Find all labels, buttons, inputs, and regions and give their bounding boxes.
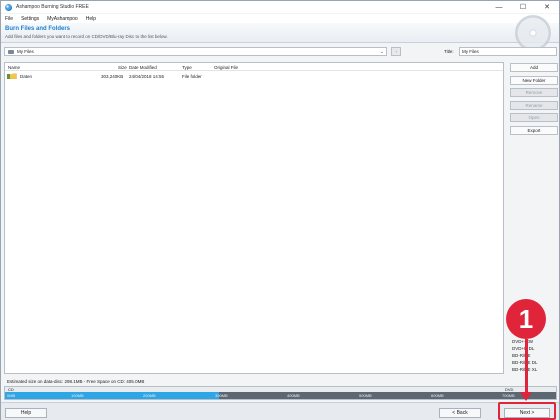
page-title: Burn Files and Folders [5,26,71,32]
remove-button[interactable]: Remove [510,88,558,97]
page-subtitle: Add files and folders you want to record… [5,34,168,39]
capacity-fill [5,392,219,399]
disc-type-item: BD-R/RE DL [512,360,538,365]
col-name[interactable]: Name [8,65,20,70]
menu-myashampoo[interactable]: MyAshampoo [47,16,78,22]
menu-help[interactable]: Help [86,16,96,22]
status-text: Estimated size on data-disc: 298.1MB - F… [7,378,145,384]
row-type: File folder [182,74,202,79]
capacity-tick: 400MB [287,393,300,398]
menu-settings[interactable]: Settings [21,16,39,22]
capacity-tick: 0MB [7,393,16,398]
location-value: My Files [17,49,34,54]
capacity-tick: 600MB [431,393,444,398]
col-type[interactable]: Type [182,65,192,70]
close-button[interactable]: ✕ [535,1,559,13]
column-header: Name Size Date Modified Type Original Fi… [5,63,503,71]
disc-icon [5,3,12,11]
help-button[interactable]: Help [5,408,47,418]
arrow-icon [525,339,528,393]
disc-type-item: DVD+R DL [512,346,535,351]
menu-bar: File Settings MyAshampoo Help [1,14,559,23]
title-bar: Ashampoo Burning Studio FREE — ☐ ✕ [1,1,559,13]
disc-type-list: DVD+-RW DVD+R DL BD-R/RE BD-R/RE DL BD-R… [512,338,558,373]
next-highlight [498,402,556,420]
capacity-tick: 200MB [143,393,156,398]
open-button[interactable]: Open [510,113,558,122]
back-button[interactable]: < Back [439,408,481,418]
capacity-bar: CD DVD 0MB 100MB 200MB 300MB 400MB 500MB… [4,386,557,400]
app-window: Ashampoo Burning Studio FREE — ☐ ✕ File … [0,0,560,420]
capacity-tick: 100MB [71,393,84,398]
row-name: Daten [20,74,33,79]
location-row: My Files ⌄ ↑ Title: [1,45,559,59]
col-date[interactable]: Date Modified [129,65,157,70]
col-original[interactable]: Original File [214,65,238,70]
page-header: Burn Files and Folders Add files and fol… [1,15,559,51]
side-button-panel: Add New Folder Remove Rename Open Export [510,63,558,138]
location-dropdown[interactable]: My Files ⌄ [4,47,387,56]
arrow-head-icon [520,392,532,401]
maximize-button[interactable]: ☐ [511,1,535,13]
capacity-tick: 700MB [502,393,515,398]
capacity-tick: 500MB [359,393,372,398]
new-folder-button[interactable]: New Folder [510,75,558,85]
chevron-down-icon: ⌄ [379,49,384,55]
drive-icon [8,49,14,54]
file-list[interactable]: Name Size Date Modified Type Original Fi… [4,62,504,374]
table-row[interactable]: Daten 303,240KB 24/04/2018 14:55 File fo… [5,72,503,80]
disc-type-item: BD-R/RE XL [512,367,538,372]
col-size[interactable]: Size [118,65,127,70]
step-badge: 1 [506,299,546,339]
window-title: Ashampoo Burning Studio FREE [16,4,89,10]
disc-type-item: DVD+-RW [512,339,534,344]
disc-title-input[interactable] [459,47,557,56]
bottom-bar: Help < Back Next > [1,402,559,420]
add-button[interactable]: Add [510,63,558,72]
menu-file[interactable]: File [5,16,13,22]
folder-icon [7,73,17,79]
minimize-button[interactable]: — [487,1,511,13]
title-label: Title: [444,49,454,54]
disc-type-item: BD-R/RE [512,353,531,358]
rename-button[interactable]: Rename [510,100,558,110]
row-size: 303,240KB [101,74,124,79]
row-date: 24/04/2018 14:55 [129,74,165,79]
capacity-tick: 300MB [215,393,228,398]
export-button[interactable]: Export [510,125,558,135]
folder-up-button[interactable]: ↑ [391,47,401,56]
